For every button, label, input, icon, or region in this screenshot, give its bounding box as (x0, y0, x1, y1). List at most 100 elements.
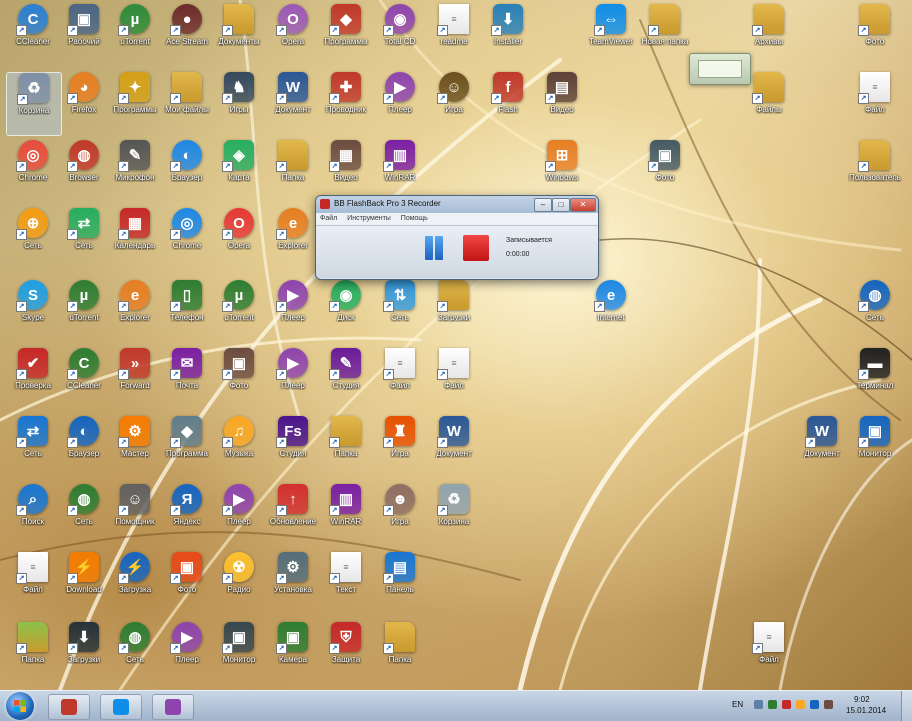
desktop-icon[interactable]: ↗ Мои файлы (160, 72, 214, 134)
desktop-icon[interactable]: Я ↗ Яндекс (160, 484, 214, 546)
desktop-icon[interactable]: ↑ ↗ Обновление (266, 484, 320, 546)
tray-power-icon[interactable] (824, 700, 833, 709)
desktop-icon[interactable]: ▣ ↗ Фото (160, 552, 214, 614)
desktop-icon[interactable]: e ↗ Explorer (266, 208, 320, 270)
desktop-icon[interactable]: ✔ ↗ Проверка (6, 348, 60, 410)
taskbar-app-teamviewer[interactable] (100, 694, 142, 720)
desktop-icon[interactable]: µ ↗ uTorrent (57, 280, 111, 342)
desktop-icon[interactable]: ✚ ↗ Проводник (319, 72, 373, 134)
pause-button[interactable] (420, 234, 448, 262)
desktop-icon[interactable]: ☢ ↗ Радио (212, 552, 266, 614)
desktop-icon[interactable]: e ↗ Internet (584, 280, 638, 342)
desktop-icon[interactable]: ⚙ ↗ Мастер (108, 416, 162, 478)
desktop-icon[interactable]: ✦ ↗ Программы (108, 72, 162, 134)
desktop-icon[interactable]: ◉ ↗ Диск (319, 280, 373, 342)
desktop-icon[interactable]: ▶ ↗ Плеер (373, 72, 427, 134)
desktop-icon[interactable]: ↗ Новая папка (638, 4, 692, 66)
desktop-icon[interactable]: ▥ ↗ WinRAR (373, 140, 427, 202)
desktop-icon[interactable]: ☺ ↗ Игра (427, 72, 481, 134)
desktop-icon[interactable]: ⬇ ↗ Загрузки (57, 622, 111, 684)
desktop-icon[interactable]: ▶ ↗ Плеер (266, 280, 320, 342)
tray-arrow-icon[interactable] (754, 700, 763, 709)
desktop-icon[interactable]: ◍ ↗ Browser (57, 140, 111, 202)
tray-network-icon[interactable] (768, 700, 777, 709)
language-indicator[interactable]: EN (732, 700, 743, 709)
desktop-icon[interactable]: ◐ ↗ Браузер (57, 416, 111, 478)
desktop-icon[interactable]: ▤ ↗ Видео (535, 72, 589, 134)
tray-flag-icon[interactable] (796, 700, 805, 709)
desktop-icon[interactable]: ◍ ↗ Сеть (848, 280, 902, 342)
desktop-icon[interactable]: ≡ ↗ Текст (319, 552, 373, 614)
desktop-icon[interactable]: C ↗ CCleaner (57, 348, 111, 410)
desktop-icon[interactable]: ◈ ↗ Карта (212, 140, 266, 202)
desktop-icon[interactable]: ▣ ↗ Монитор (212, 622, 266, 684)
recorder-titlebar[interactable]: BB FlashBack Pro 3 Recorder – □ ✕ (316, 196, 598, 213)
clock-date[interactable]: 15.01.2014 (846, 706, 886, 715)
desktop-icon[interactable]: ⇅ ↗ Сеть (373, 280, 427, 342)
desktop-icon[interactable]: W ↗ Документ (266, 72, 320, 134)
desktop-icon[interactable]: ✎ ↗ Студия (319, 348, 373, 410)
show-desktop-button[interactable] (901, 691, 912, 721)
desktop-icon[interactable]: W ↗ Документ (795, 416, 849, 478)
desktop-icon[interactable]: W ↗ Документ (427, 416, 481, 478)
desktop-icon[interactable]: O ↗ Opera (212, 208, 266, 270)
desktop-icon[interactable]: ↗ Документы (212, 4, 266, 66)
desktop-icon[interactable]: µ ↗ uTorrent (108, 4, 162, 66)
menu-tools[interactable]: Инструменты (347, 215, 391, 222)
desktop-icon[interactable]: Fs ↗ Студия (266, 416, 320, 478)
desktop-icon[interactable]: ⇄ ↗ Сеть (57, 208, 111, 270)
desktop-icon[interactable]: ▯ ↗ Телефон (160, 280, 214, 342)
desktop-icon[interactable]: ⇄ ↗ Сеть (6, 416, 60, 478)
desktop-icon[interactable]: ▤ ↗ Панель (373, 552, 427, 614)
desktop-icon[interactable]: ≡ ↗ readme (427, 4, 481, 66)
desktop-icon[interactable]: ↗ Пользователь (848, 140, 902, 202)
menu-file[interactable]: Файл (320, 215, 337, 222)
desktop-icon[interactable]: ▣ ↗ Фото (212, 348, 266, 410)
desktop-icon[interactable]: ▦ ↗ Видео (319, 140, 373, 202)
desktop-icon[interactable]: ☺ ↗ Помощник (108, 484, 162, 546)
desktop-icon[interactable]: ▶ ↗ Плеер (266, 348, 320, 410)
desktop-icon[interactable]: ⚙ ↗ Установка (266, 552, 320, 614)
desktop-icon[interactable]: ⛨ ↗ Защита (319, 622, 373, 684)
tray-app-icon[interactable] (782, 700, 791, 709)
clock-time[interactable]: 9:02 (854, 695, 870, 704)
desktop-icon[interactable]: ◎ ↗ Chrome (6, 140, 60, 202)
start-button[interactable] (6, 692, 34, 720)
desktop-icon[interactable]: ↗ Загрузки (427, 280, 481, 342)
desktop-icon[interactable]: ≡ ↗ Файл (848, 72, 902, 134)
tray-volume-icon[interactable] (810, 700, 819, 709)
desktop-icon[interactable]: ◍ ↗ Сеть (108, 622, 162, 684)
desktop-icon[interactable]: ⬇ ↗ Installer (481, 4, 535, 66)
desktop-icon[interactable]: ▬ ↗ Терминал (848, 348, 902, 410)
desktop-icon[interactable]: ↗ Папка (266, 140, 320, 202)
desktop-icon[interactable]: ▣ ↗ Рабочий (57, 4, 111, 66)
desktop-icon[interactable]: ◆ ↗ Программа (160, 416, 214, 478)
desktop-icon[interactable]: ✎ ↗ Микрофон (108, 140, 162, 202)
minimize-button[interactable]: – (534, 198, 552, 212)
desktop-icon[interactable]: ♜ ↗ Игра (373, 416, 427, 478)
desktop-icon[interactable]: ▣ ↗ Монитор (848, 416, 902, 478)
desktop-icon[interactable]: ☻ ↗ Игра (373, 484, 427, 546)
desktop-icon[interactable]: ◆ ↗ Программы (319, 4, 373, 66)
stop-button[interactable] (463, 235, 489, 261)
desktop-icon[interactable]: ▣ ↗ Камера (266, 622, 320, 684)
desktop-icon[interactable]: ♫ ↗ Музыка (212, 416, 266, 478)
maximize-button[interactable]: □ (552, 198, 570, 212)
desktop-icon[interactable]: ≡ ↗ Файл (373, 348, 427, 410)
desktop-icon[interactable]: f ↗ Flash (481, 72, 535, 134)
desktop-icon[interactable]: ↗ Папка (373, 622, 427, 684)
desktop-icon[interactable]: ◉ ↗ Total CD (373, 4, 427, 66)
desktop-icon[interactable]: ◐ ↗ Браузер (160, 140, 214, 202)
desktop-icon[interactable]: ✉ ↗ Почта (160, 348, 214, 410)
desktop-icon[interactable]: ⚡ ↗ Download (57, 552, 111, 614)
desktop-icon[interactable]: ◕ ↗ Firefox (57, 72, 111, 134)
desktop-icon[interactable]: O ↗ Opera (266, 4, 320, 66)
desktop-gadget[interactable] (689, 53, 751, 85)
desktop-icon[interactable]: e ↗ Explorer (108, 280, 162, 342)
desktop-icon[interactable]: » ↗ Forward (108, 348, 162, 410)
desktop-icon[interactable]: ▶ ↗ Плеер (212, 484, 266, 546)
desktop-icon[interactable]: ≡ ↗ Файл (742, 622, 796, 684)
desktop-icon[interactable]: ◍ ↗ Сеть (57, 484, 111, 546)
desktop-icon[interactable]: ≡ ↗ Файл (427, 348, 481, 410)
desktop-icon[interactable]: ♻ ↗ Корзина (6, 72, 62, 136)
